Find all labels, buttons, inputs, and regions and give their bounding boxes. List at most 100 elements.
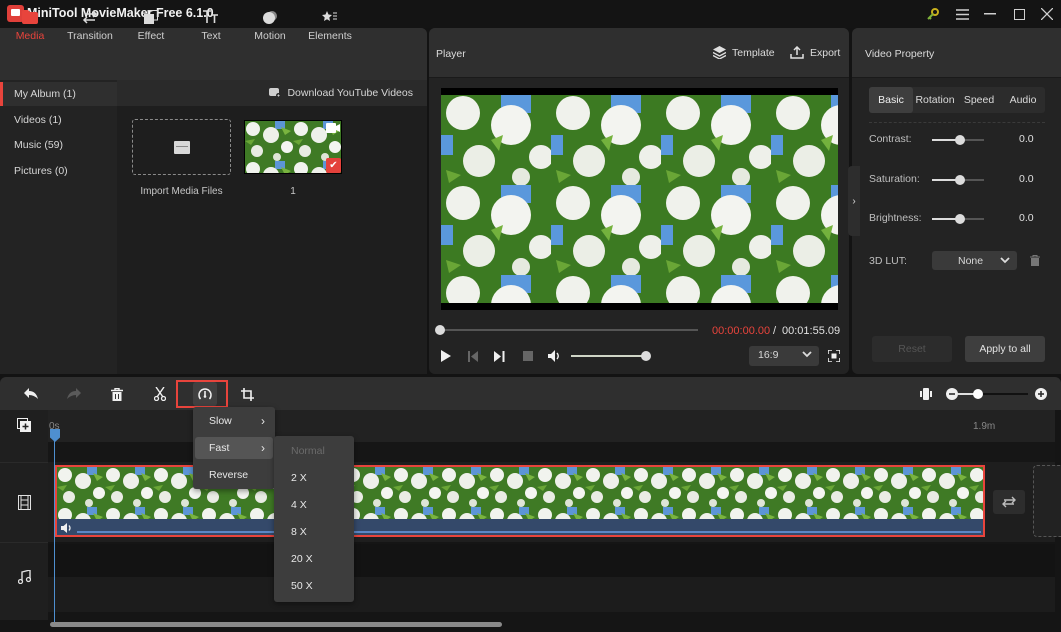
tab-rotation[interactable]: Rotation (913, 87, 957, 113)
contrast-handle[interactable] (955, 135, 965, 145)
key-icon[interactable] (922, 3, 944, 25)
brightness-label: Brightness: (869, 212, 922, 224)
aspect-ratio-value: 16:9 (758, 349, 779, 361)
speed-option-normal: Normal (291, 445, 325, 457)
divider (0, 462, 48, 463)
timeline-horizontal-scrollbar[interactable] (50, 622, 502, 627)
speed-option-8x[interactable]: 8 X (274, 521, 354, 543)
menu-item-reverse[interactable]: Reverse (195, 464, 273, 486)
volume-handle[interactable] (641, 351, 651, 361)
plus-circle-icon (1035, 388, 1047, 400)
speed-icon[interactable] (194, 383, 216, 405)
export-button[interactable]: Export (790, 46, 840, 59)
undo-button[interactable] (20, 383, 42, 405)
tab-effect[interactable]: Effect (121, 8, 181, 48)
timeline-zoom-handle[interactable] (973, 389, 983, 399)
tab-transition[interactable]: Transition (60, 8, 120, 48)
add-track-icon[interactable] (17, 418, 31, 432)
close-icon[interactable] (1036, 3, 1058, 25)
speed-option-20x[interactable]: 20 X (274, 548, 354, 570)
player-title: Player (436, 48, 466, 60)
minus-circle-icon (946, 388, 958, 400)
trash-icon[interactable] (1030, 255, 1040, 266)
crop-button[interactable] (236, 383, 258, 405)
undo-icon (24, 388, 38, 400)
audio-track (48, 544, 1055, 577)
speed-option-50x[interactable]: 50 X (274, 575, 354, 597)
menu-item-slow[interactable]: Slow › (195, 410, 273, 432)
tab-basic[interactable]: Basic (869, 87, 913, 113)
album-item-pictures[interactable]: Pictures (0) (0, 159, 117, 183)
contrast-value: 0.0 (1019, 133, 1034, 145)
chevron-right-icon: › (261, 441, 265, 455)
fit-icon (920, 388, 932, 400)
speed-option-4x[interactable]: 4 X (274, 494, 354, 516)
delete-button[interactable] (106, 383, 128, 405)
player-header (429, 28, 849, 78)
play-button[interactable] (438, 348, 454, 364)
brightness-handle[interactable] (955, 214, 965, 224)
video-property-panel (852, 28, 1061, 374)
maximize-icon[interactable] (1008, 3, 1030, 25)
redo-icon (67, 388, 81, 400)
zoom-in-button[interactable] (1030, 383, 1052, 405)
download-youtube-button[interactable]: Download YouTube Videos (269, 87, 413, 99)
tab-motion[interactable]: Motion (240, 8, 300, 48)
text-icon (181, 8, 241, 26)
contrast-label: Contrast: (869, 133, 912, 145)
saturation-handle[interactable] (955, 175, 965, 185)
checkmark-icon[interactable]: ✔ (326, 158, 341, 173)
time-separator: / (773, 325, 777, 337)
apply-to-all-button[interactable]: Apply to all (965, 336, 1045, 362)
reset-button[interactable]: Reset (872, 336, 952, 362)
tab-media[interactable]: Media (0, 8, 60, 48)
template-button[interactable]: Template (713, 46, 775, 59)
music-track (48, 577, 1055, 612)
import-media-label: Import Media Files (140, 186, 223, 197)
motion-icon (240, 8, 300, 26)
music-track-icon (18, 570, 31, 584)
video-preview-image (441, 95, 838, 303)
previous-frame-button[interactable] (465, 348, 481, 364)
collapse-panel-button[interactable]: › (848, 166, 860, 236)
folder-icon (0, 8, 60, 26)
media-thumbnail-label: 1 (290, 186, 296, 197)
import-media-button[interactable] (132, 119, 231, 175)
empty-clip-slot[interactable] (1033, 465, 1061, 537)
current-time: 00:00:00.00 (712, 325, 771, 337)
clip-audio-icon (61, 523, 73, 533)
lut-value: None (958, 255, 984, 267)
tab-audio[interactable]: Audio (1001, 87, 1045, 113)
media-library-header: Download YouTube Videos (117, 80, 427, 106)
tab-text[interactable]: Text (181, 8, 241, 48)
album-item-videos[interactable]: Videos (1) (0, 108, 117, 132)
fullscreen-button[interactable] (826, 348, 842, 364)
speed-option-2x[interactable]: 2 X (274, 467, 354, 489)
split-button[interactable] (149, 383, 171, 405)
trash-icon (111, 387, 123, 401)
minimize-icon[interactable] (979, 3, 1001, 25)
album-item-my-album[interactable]: My Album (1) (0, 82, 117, 106)
chevron-right-icon: › (261, 414, 265, 428)
folder-icon (173, 140, 190, 154)
redo-button[interactable] (63, 383, 85, 405)
video-track-icon (18, 495, 31, 510)
tab-speed[interactable]: Speed (957, 87, 1001, 113)
stop-button[interactable] (520, 348, 536, 364)
album-item-music[interactable]: Music (59) (0, 133, 117, 157)
fit-timeline-button[interactable] (915, 383, 937, 405)
volume-slider[interactable] (571, 355, 647, 357)
transition-slot-button[interactable] (993, 490, 1025, 514)
menu-item-fast[interactable]: Fast › (195, 437, 273, 459)
stop-icon (523, 351, 533, 361)
speaker-icon (547, 350, 563, 362)
property-title: Video Property (865, 48, 935, 60)
volume-button[interactable] (547, 348, 563, 364)
seek-bar[interactable] (440, 329, 698, 331)
menu-icon[interactable] (951, 3, 973, 25)
seek-handle[interactable] (435, 325, 445, 335)
next-frame-button[interactable] (491, 348, 507, 364)
layers-icon (713, 46, 726, 59)
tab-elements[interactable]: Elements (300, 8, 360, 48)
divider (869, 122, 1045, 123)
